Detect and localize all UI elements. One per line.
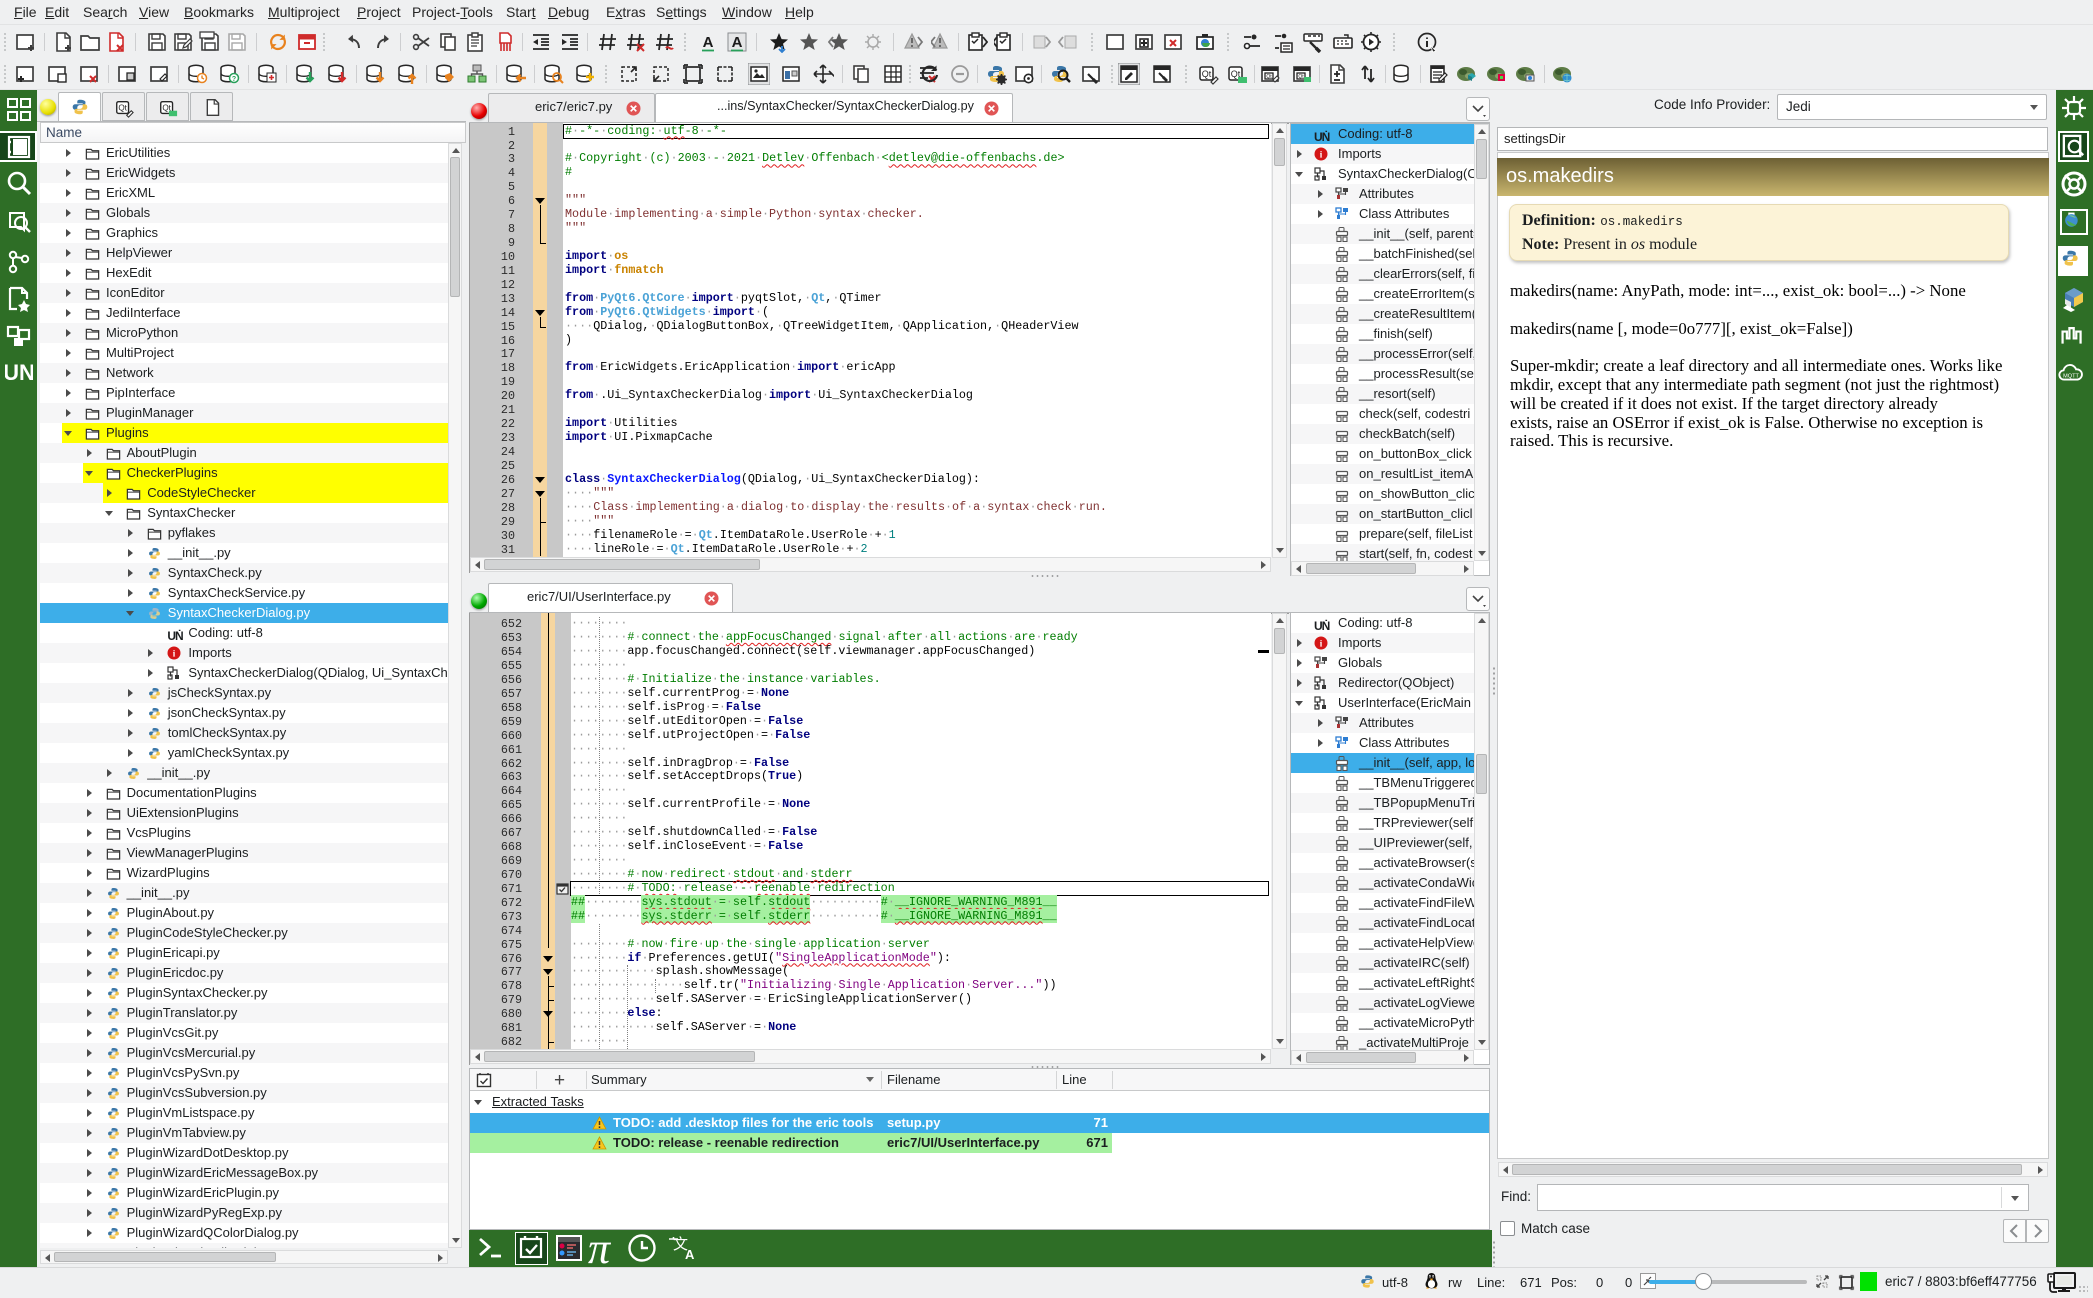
svg-text:?: ?	[232, 76, 236, 83]
svg-text:Qt: Qt	[118, 104, 127, 113]
svg-text:A: A	[732, 34, 743, 51]
svg-text:Qt: Qt	[1298, 74, 1304, 80]
svg-text:Qt: Qt	[1202, 69, 1212, 79]
svg-text:A: A	[685, 1247, 695, 1262]
svg-text:UN: UN	[5, 360, 33, 385]
svg-text:Qt: Qt	[1266, 74, 1272, 80]
svg-text:MQTT: MQTT	[2063, 374, 2079, 380]
svg-text:A: A	[703, 34, 714, 51]
